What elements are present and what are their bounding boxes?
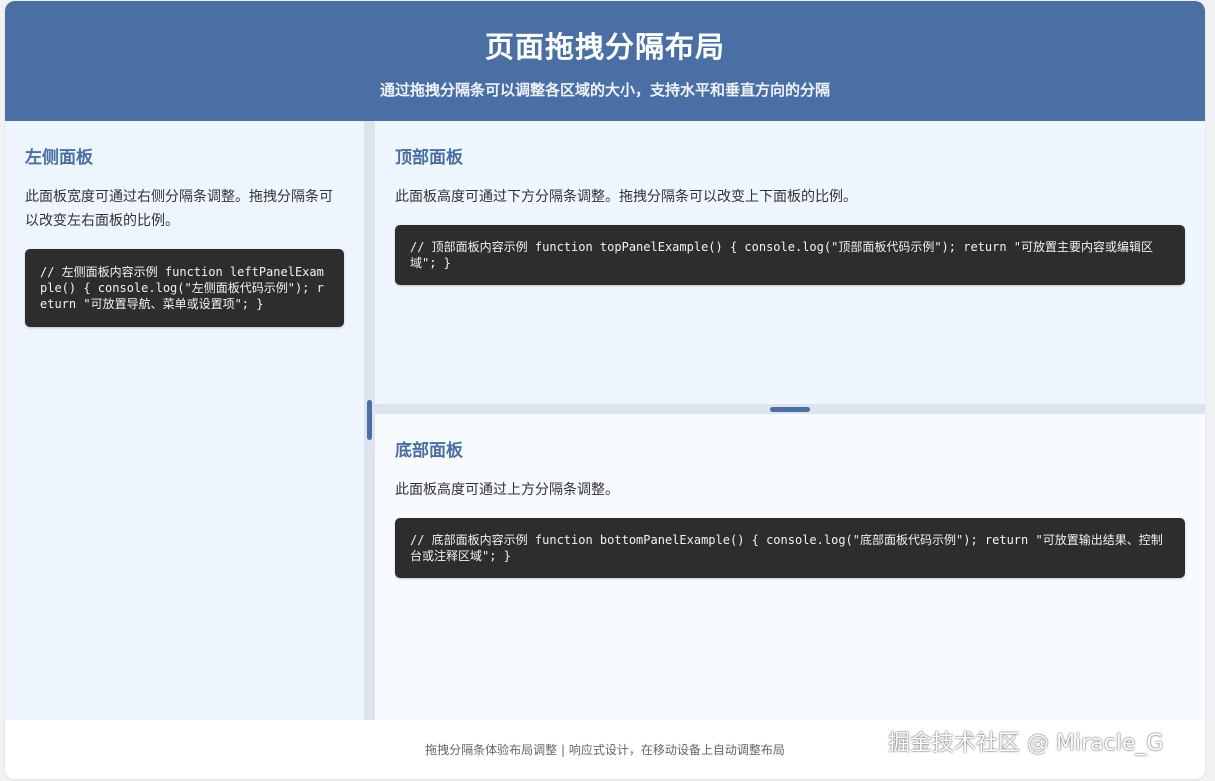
top-panel-code-block: // 顶部面板内容示例 function topPanelExample() {… (395, 225, 1185, 285)
left-panel-code-block: // 左侧面板内容示例 function leftPanelExample() … (25, 249, 344, 327)
top-panel: 顶部面板 此面板高度可通过下方分隔条调整。拖拽分隔条可以改变上下面板的比例。 /… (375, 121, 1205, 404)
left-panel: 左侧面板 此面板宽度可通过右侧分隔条调整。拖拽分隔条可以改变左右面板的比例。 /… (5, 121, 364, 720)
top-panel-description: 此面板高度可通过下方分隔条调整。拖拽分隔条可以改变上下面板的比例。 (395, 189, 857, 205)
top-panel-title: 顶部面板 (395, 148, 463, 168)
bottom-panel: 底部面板 此面板高度可通过上方分隔条调整。 // 底部面板内容示例 functi… (375, 414, 1205, 720)
app-window: 页面拖拽分隔布局 通过拖拽分隔条可以调整各区域的大小，支持水平和垂直方向的分隔 … (5, 1, 1205, 779)
page-header: 页面拖拽分隔布局 通过拖拽分隔条可以调整各区域的大小，支持水平和垂直方向的分隔 (5, 1, 1205, 121)
left-panel-title: 左侧面板 (25, 148, 93, 168)
horizontal-splitter-handle[interactable] (770, 407, 810, 412)
vertical-splitter[interactable] (364, 121, 375, 720)
bottom-panel-description: 此面板高度可通过上方分隔条调整。 (395, 482, 619, 498)
left-panel-description: 此面板宽度可通过右侧分隔条调整。拖拽分隔条可以改变左右面板的比例。 (25, 189, 333, 229)
bottom-panel-code-block: // 底部面板内容示例 function bottomPanelExample(… (395, 518, 1185, 578)
vertical-splitter-handle[interactable] (367, 400, 372, 440)
page-subtitle: 通过拖拽分隔条可以调整各区域的大小，支持水平和垂直方向的分隔 (379, 81, 830, 99)
watermark: 掘金技术社区 @ Miracle_G (888, 731, 1164, 756)
bottom-panel-title: 底部面板 (395, 441, 463, 461)
horizontal-splitter[interactable] (375, 404, 1205, 414)
page-title: 页面拖拽分隔布局 (484, 30, 725, 64)
